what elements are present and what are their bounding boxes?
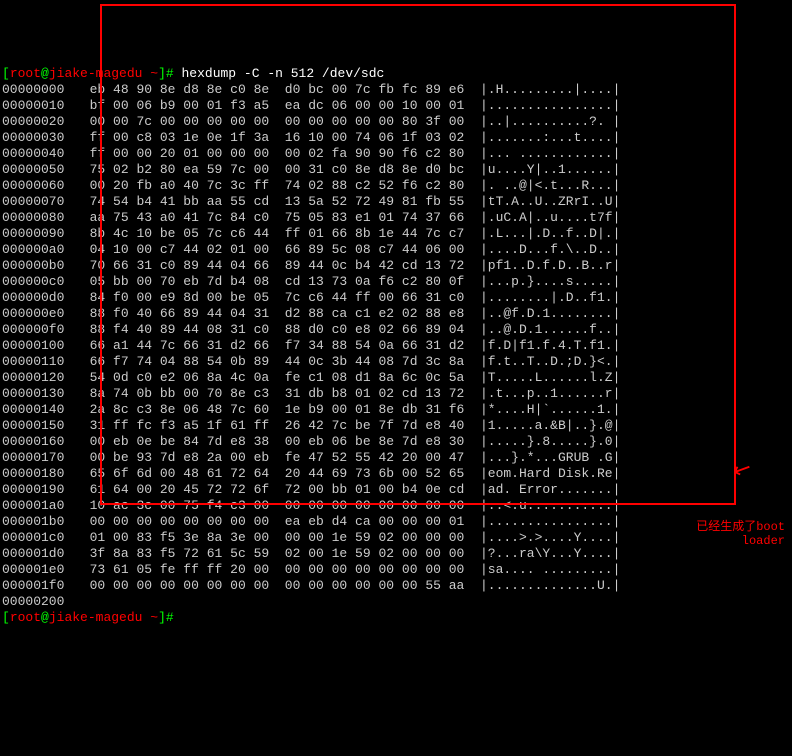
annotation-text: 已经生成了bootloader bbox=[660, 506, 785, 548]
